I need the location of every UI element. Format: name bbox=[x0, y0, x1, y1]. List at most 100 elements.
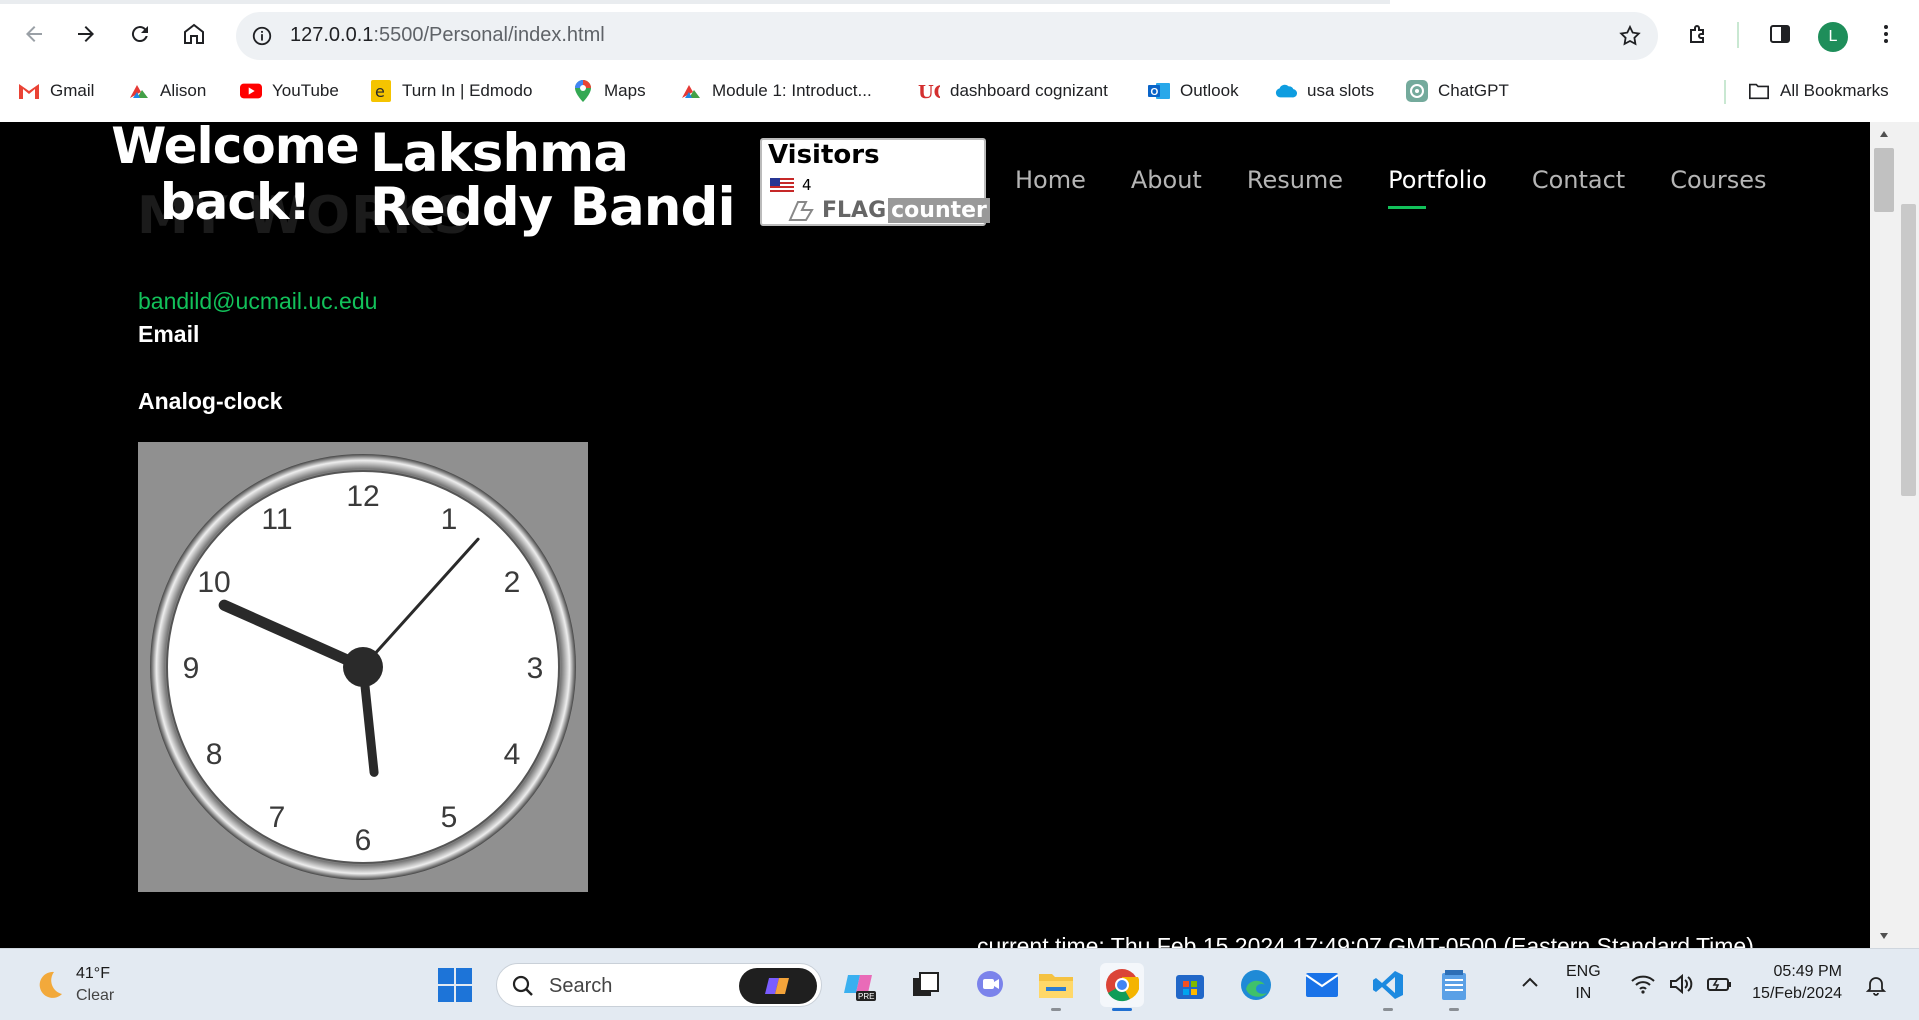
nav-about[interactable]: About bbox=[1131, 166, 1202, 206]
bookmark-chatgpt[interactable]: ChatGPT bbox=[1406, 78, 1509, 104]
bookmark-maps[interactable]: Maps bbox=[572, 78, 646, 104]
taskbar-search[interactable]: Search bbox=[496, 963, 822, 1007]
battery-icon[interactable] bbox=[1706, 971, 1732, 997]
nav-contact[interactable]: Contact bbox=[1532, 166, 1625, 206]
chatgpt-icon bbox=[1406, 80, 1428, 102]
copilot-search-badge[interactable] bbox=[739, 968, 817, 1004]
back-button[interactable] bbox=[14, 14, 54, 54]
window-scrollbar[interactable] bbox=[1898, 122, 1919, 948]
scroll-thumb[interactable] bbox=[1874, 148, 1894, 212]
bookmark-edmodo[interactable]: e Turn In | Edmodo bbox=[370, 78, 532, 104]
edge-icon bbox=[1241, 970, 1271, 1000]
arrow-right-icon bbox=[78, 26, 94, 42]
reload-button[interactable] bbox=[120, 14, 160, 54]
forward-button[interactable] bbox=[66, 14, 106, 54]
scroll-down-icon[interactable] bbox=[1870, 924, 1898, 948]
clock-center-pin bbox=[343, 647, 383, 687]
chevron-up-icon[interactable] bbox=[1518, 971, 1542, 995]
bookmark-alison[interactable]: Alison bbox=[128, 78, 206, 104]
weather-widget[interactable]: 41°F Clear bbox=[28, 961, 114, 1009]
taskbar-chrome[interactable] bbox=[1100, 963, 1144, 1011]
search-icon bbox=[512, 975, 533, 996]
site-info-icon[interactable] bbox=[246, 20, 278, 52]
flag-counter-brand: FLAG counter bbox=[788, 196, 990, 224]
flag-counter-logo-icon bbox=[788, 201, 814, 221]
page-scrollbar[interactable] bbox=[1870, 122, 1898, 948]
clock-number: 11 bbox=[261, 503, 292, 536]
running-indicator bbox=[1383, 1008, 1393, 1011]
scroll-up-icon[interactable] bbox=[1870, 122, 1898, 146]
taskbar-copilot-pre[interactable]: PRE bbox=[838, 963, 882, 1007]
web-page: MY WORKS Welcome back! Lakshma Reddy Ban… bbox=[0, 122, 1870, 948]
alison-icon bbox=[128, 80, 150, 102]
clock-number: 1 bbox=[441, 503, 458, 536]
menu-button[interactable] bbox=[1866, 14, 1906, 54]
profile-avatar[interactable]: L bbox=[1818, 22, 1848, 52]
taskbar-file-explorer[interactable] bbox=[1034, 963, 1078, 1011]
edmodo-icon: e bbox=[370, 80, 392, 102]
bookmark-module1[interactable]: Module 1: Introduct... bbox=[680, 78, 872, 104]
moon-icon bbox=[39, 971, 62, 998]
windows-start-icon[interactable] bbox=[437, 967, 473, 1003]
clock-number: 10 bbox=[197, 566, 230, 599]
bookmark-dashboard-cognizant[interactable]: UC dashboard cognizant bbox=[918, 78, 1108, 104]
nav-portfolio[interactable]: Portfolio bbox=[1388, 166, 1487, 209]
bookmark-outlook[interactable]: O Outlook bbox=[1148, 78, 1239, 104]
taskbar-task-view[interactable] bbox=[904, 963, 948, 1007]
clock-number: 8 bbox=[206, 738, 223, 771]
taskbar-teams[interactable] bbox=[968, 963, 1012, 1007]
window-scroll-thumb[interactable] bbox=[1901, 204, 1916, 496]
url-host: 127.0.0.1 bbox=[290, 24, 374, 46]
vscode-icon bbox=[1373, 971, 1403, 999]
taskbar-edge[interactable] bbox=[1234, 963, 1278, 1007]
side-panel-button[interactable] bbox=[1760, 14, 1800, 54]
folder-icon bbox=[1748, 80, 1770, 102]
chrome-icon bbox=[1106, 969, 1139, 1002]
mail-icon bbox=[1305, 973, 1339, 997]
store-icon bbox=[1176, 975, 1204, 999]
brand-flag-word: FLAG bbox=[822, 197, 887, 223]
bookmark-star-icon[interactable] bbox=[1614, 20, 1646, 52]
language-indicator[interactable]: ENG IN bbox=[1566, 961, 1601, 1005]
all-bookmarks-button[interactable]: All Bookmarks bbox=[1748, 78, 1889, 104]
flag-counter-widget[interactable]: Visitors 4 FLAG counter bbox=[760, 138, 990, 226]
svg-text:O: O bbox=[1151, 87, 1159, 98]
email-link[interactable]: bandild@ucmail.uc.edu bbox=[138, 288, 377, 315]
bookmark-label: Outlook bbox=[1180, 81, 1239, 100]
notification-bell-icon[interactable] bbox=[1864, 973, 1888, 997]
taskbar-time: 05:49 PM bbox=[1773, 963, 1842, 980]
taskbar-date: 15/Feb/2024 bbox=[1752, 985, 1842, 1002]
taskbar-mail[interactable] bbox=[1300, 963, 1344, 1007]
weather-text: 41°F Clear bbox=[76, 963, 114, 1007]
uc-icon: UC bbox=[918, 80, 940, 102]
wifi-icon[interactable] bbox=[1630, 971, 1656, 997]
reload-icon bbox=[131, 26, 148, 43]
taskbar-store[interactable] bbox=[1168, 963, 1212, 1007]
nav-home[interactable]: Home bbox=[1015, 166, 1086, 206]
welcome-heading: Welcome back! bbox=[111, 122, 359, 231]
browser-chrome: 127.0.0.1:5500/Personal/index.html L Gma… bbox=[0, 0, 1919, 122]
taskbar-vscode[interactable] bbox=[1366, 963, 1410, 1011]
running-indicator bbox=[1051, 1008, 1061, 1011]
clock-number: 12 bbox=[346, 480, 379, 513]
bookmark-usa-slots[interactable]: usa slots bbox=[1275, 78, 1374, 104]
bookmark-youtube[interactable]: YouTube bbox=[240, 78, 339, 104]
nav-courses[interactable]: Courses bbox=[1670, 166, 1766, 206]
more-vert-icon bbox=[1884, 25, 1888, 43]
language-code: ENG bbox=[1566, 963, 1601, 980]
nav-resume[interactable]: Resume bbox=[1247, 166, 1343, 206]
name-line-1: Lakshma bbox=[370, 123, 629, 184]
puzzle-icon bbox=[1690, 25, 1704, 43]
taskbar-notepad[interactable] bbox=[1432, 963, 1476, 1011]
home-button[interactable] bbox=[174, 14, 214, 54]
taskbar-clock[interactable]: 05:49 PM 15/Feb/2024 bbox=[1750, 961, 1842, 1005]
url-text: 127.0.0.1:5500/Personal/index.html bbox=[290, 24, 605, 47]
side-panel-icon bbox=[1770, 25, 1790, 43]
address-bar[interactable]: 127.0.0.1:5500/Personal/index.html bbox=[236, 12, 1658, 60]
extensions-button[interactable] bbox=[1678, 14, 1718, 54]
bookmark-gmail[interactable]: Gmail bbox=[18, 78, 94, 104]
volume-icon[interactable] bbox=[1668, 971, 1694, 997]
system-tray bbox=[1630, 971, 1732, 997]
maps-icon bbox=[572, 80, 594, 102]
notepad-icon bbox=[1442, 970, 1466, 1000]
